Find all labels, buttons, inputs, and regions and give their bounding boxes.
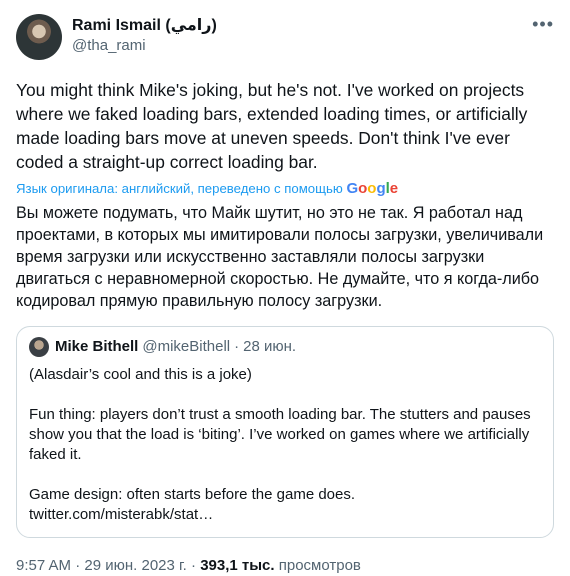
tweet-date[interactable]: 29 июн. 2023 г. [84, 557, 186, 574]
quoted-paragraph: Fun thing: players don’t trust a smooth … [29, 406, 531, 463]
quoted-tweet-date: 28 июн. [243, 338, 297, 355]
meta-separator: · [75, 557, 81, 574]
tweet: Rami Ismail (رامي) @tha_rami ••• You mig… [0, 0, 570, 574]
views-count: 393,1 тыс. [200, 557, 275, 574]
translation-note: Язык оригинала: английский, переведено с… [16, 180, 554, 198]
tweet-text: You might think Mike's joking, but he's … [16, 80, 528, 172]
quoted-tweet[interactable]: Mike Bithell @mikeBithell · 28 июн. (Ala… [16, 326, 554, 538]
tweet-header: Rami Ismail (رامي) @tha_rami [16, 14, 554, 60]
tweet-time[interactable]: 9:57 AM [16, 557, 71, 574]
quoted-paragraph: (Alasdair’s cool and this is a joke) [29, 366, 252, 383]
google-logo: Google [346, 180, 399, 197]
author-handle[interactable]: @tha_rami [72, 36, 217, 56]
author-names: Rami Ismail (رامي) @tha_rami [72, 14, 217, 56]
meta-separator: · [191, 557, 197, 574]
more-horizontal-icon: ••• [532, 14, 554, 34]
quoted-author-handle: @mikeBithell [142, 338, 231, 355]
quoted-tweet-header: Mike Bithell @mikeBithell · 28 июн. [29, 337, 541, 357]
views-label: просмотров [278, 557, 361, 574]
quoted-tweet-body: (Alasdair’s cool and this is a joke) Fun… [29, 365, 541, 525]
translated-tweet-text: Вы можете подумать, что Майк шутит, но э… [16, 204, 544, 310]
translation-note-text: Язык оригинала: английский, переведено с… [16, 181, 343, 196]
author-avatar[interactable] [16, 14, 62, 60]
tweet-meta: 9:57 AM · 29 июн. 2023 г. · 393,1 тыс. п… [16, 556, 554, 576]
quoted-paragraph: Game design: often starts before the gam… [29, 486, 356, 523]
quoted-separator: · [234, 338, 240, 355]
more-options-button[interactable]: ••• [532, 14, 554, 35]
quoted-author-avatar [29, 337, 49, 357]
author-display-name[interactable]: Rami Ismail (رامي) [72, 16, 217, 36]
quoted-author-name: Mike Bithell [55, 338, 139, 355]
